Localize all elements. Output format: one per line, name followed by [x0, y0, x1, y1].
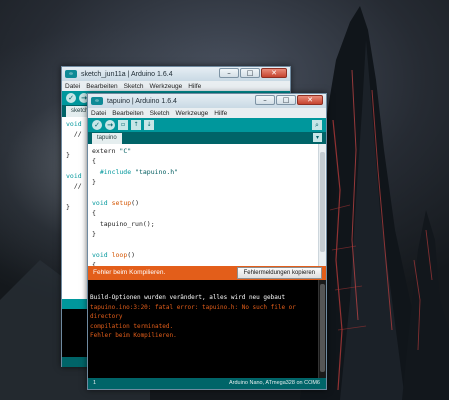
menu-tools[interactable]: Werkzeuge — [176, 110, 209, 117]
code-line: extern "C" — [88, 146, 326, 156]
title-bar[interactable]: ∞ tapuino | Arduino 1.6.4 – □ ✕ — [88, 94, 326, 108]
compile-status-bar: Fehler beim Kompilieren. Fehlermeldungen… — [88, 266, 326, 280]
tab-menu-icon[interactable]: ▾ — [313, 133, 322, 142]
console-line: compilation terminated. — [90, 322, 174, 330]
editor-scrollbar[interactable] — [318, 144, 326, 266]
status-footer: 1 Arduino Nano, ATmega328 on COM6 — [88, 378, 326, 389]
verify-icon[interactable]: ✓ — [66, 93, 76, 103]
code-line: #include "tapuino.h" — [88, 167, 326, 177]
console-line: tapuino.ino:3:20: fatal error: tapuino.h… — [90, 303, 296, 311]
close-button[interactable]: ✕ — [297, 95, 323, 105]
code-token: void — [92, 198, 112, 207]
window-title: sketch_jun11a | Arduino 1.6.4 — [81, 70, 173, 78]
scrollbar-thumb[interactable] — [320, 284, 325, 372]
code-line: void loop() — [92, 250, 136, 259]
menu-sketch[interactable]: Sketch — [124, 83, 144, 90]
close-button[interactable]: ✕ — [261, 68, 287, 78]
code-token: "C" — [119, 147, 132, 155]
menu-file[interactable]: Datei — [65, 83, 80, 90]
console-line: directory — [90, 313, 123, 320]
open-icon[interactable]: ↑ — [131, 120, 141, 130]
tab-bar: tapuino ▾ — [88, 132, 326, 144]
serial-monitor-icon[interactable]: ⌕ — [312, 120, 322, 130]
title-bar[interactable]: ∞ sketch_jun11a | Arduino 1.6.4 – □ ✕ — [62, 67, 290, 81]
code-editor[interactable]: extern "C" { #include "tapuino.h" } void… — [88, 144, 326, 266]
menu-tools[interactable]: Werkzeuge — [150, 83, 183, 90]
code-line: } — [92, 178, 96, 187]
code-token: setup — [111, 198, 132, 207]
toolbar: ✓ → ▫ ↑ ↓ ⌕ — [88, 118, 326, 132]
upload-icon[interactable]: → — [105, 120, 115, 130]
code-token: void — [92, 250, 112, 259]
console-line: Build-Optionen wurden verändert, alles w… — [90, 294, 286, 301]
maximize-button[interactable]: □ — [240, 68, 260, 78]
sketch-window-front[interactable]: ∞ tapuino | Arduino 1.6.4 – □ ✕ Datei Be… — [87, 93, 327, 390]
minimize-button[interactable]: – — [255, 95, 275, 105]
code-line: { — [92, 157, 96, 166]
new-icon[interactable]: ▫ — [118, 120, 128, 130]
code-token: #include — [92, 167, 136, 176]
menu-bar: Datei Bearbeiten Sketch Werkzeuge Hilfe — [62, 81, 290, 91]
copy-errors-button[interactable]: Fehlermeldungen kopieren — [236, 267, 322, 279]
code-line: void setup() — [92, 198, 139, 207]
menu-edit[interactable]: Bearbeiten — [112, 110, 143, 117]
code-token: extern — [92, 147, 120, 155]
menu-file[interactable]: Datei — [91, 110, 106, 117]
board-info: Arduino Nano, ATmega328 on COM6 — [228, 380, 320, 386]
tab-tapuino[interactable]: tapuino — [92, 133, 122, 144]
code-line: } — [92, 230, 96, 239]
code-token: loop — [111, 250, 128, 259]
arduino-logo-icon: ∞ — [91, 97, 103, 105]
code-line: { — [92, 209, 96, 218]
console-output[interactable]: Build-Optionen wurden verändert, alles w… — [88, 280, 326, 379]
menu-sketch[interactable]: Sketch — [150, 110, 170, 117]
status-message: Fehler beim Kompilieren. — [93, 269, 166, 276]
minimize-button[interactable]: – — [219, 68, 239, 78]
maximize-button[interactable]: □ — [276, 95, 296, 105]
console-scrollbar[interactable] — [318, 280, 326, 379]
menu-bar: Datei Bearbeiten Sketch Werkzeuge Hilfe — [88, 108, 326, 118]
line-number: 1 — [93, 380, 97, 386]
scrollbar-thumb[interactable] — [320, 152, 325, 252]
window-title: tapuino | Arduino 1.6.4 — [107, 97, 177, 105]
console-line: Fehler beim Kompilieren. — [90, 332, 177, 339]
arduino-logo-icon: ∞ — [65, 70, 77, 78]
menu-edit[interactable]: Bearbeiten — [86, 83, 117, 90]
save-icon[interactable]: ↓ — [144, 120, 154, 130]
code-token: "tapuino.h" — [135, 167, 179, 176]
code-line: tapuino_run(); — [92, 219, 155, 228]
verify-icon[interactable]: ✓ — [92, 120, 102, 130]
menu-help[interactable]: Hilfe — [214, 110, 227, 117]
menu-help[interactable]: Hilfe — [188, 83, 201, 90]
